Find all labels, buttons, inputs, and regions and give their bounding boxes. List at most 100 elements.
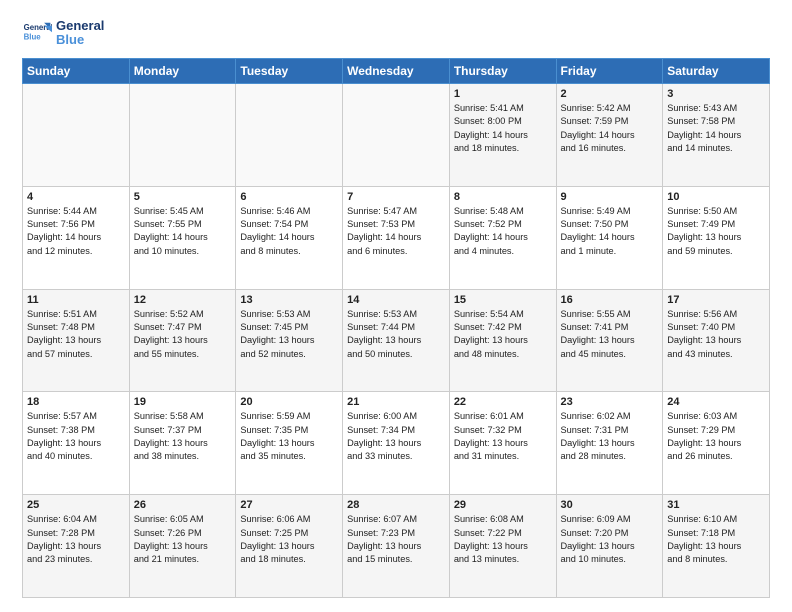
day-info: Sunrise: 6:03 AM Sunset: 7:29 PM Dayligh… [667,410,765,463]
calendar-cell [129,84,236,187]
day-info: Sunrise: 5:54 AM Sunset: 7:42 PM Dayligh… [454,308,552,361]
calendar-cell: 15 Sunrise: 5:54 AM Sunset: 7:42 PM Dayli… [449,289,556,392]
calendar-week-row: 4Sunrise: 5:44 AM Sunset: 7:56 PM Daylig… [23,186,770,289]
day-number: 4 [27,191,125,203]
day-number: 3 [667,88,765,100]
day-number: 16 [561,294,659,306]
calendar-table: SundayMondayTuesdayWednesdayThursdayFrid… [22,58,770,598]
day-info: Sunrise: 5:41 AM Sunset: 8:00 PM Dayligh… [454,102,552,155]
calendar-cell: 24 Sunrise: 6:03 AM Sunset: 7:29 PM Dayli… [663,392,770,495]
calendar-cell: 13 Sunrise: 5:53 AM Sunset: 7:45 PM Dayli… [236,289,343,392]
day-number: 23 [561,396,659,408]
day-number: 12 [134,294,232,306]
calendar-cell: 9 Sunrise: 5:49 AM Sunset: 7:50 PM Daylig… [556,186,663,289]
calendar-cell: 16Sunrise: 5:55 AM Sunset: 7:41 PM Dayli… [556,289,663,392]
calendar-week-row: 18 Sunrise: 5:57 AM Sunset: 7:38 PM Dayli… [23,392,770,495]
day-number: 27 [240,499,338,511]
calendar-cell: 14 Sunrise: 5:53 AM Sunset: 7:44 PM Dayli… [343,289,450,392]
day-info: Sunrise: 6:07 AM Sunset: 7:23 PM Dayligh… [347,513,445,566]
day-number: 13 [240,294,338,306]
calendar-week-row: 25 Sunrise: 6:04 AM Sunset: 7:28 PM Dayli… [23,495,770,598]
svg-text:Blue: Blue [24,32,42,41]
day-number: 31 [667,499,765,511]
header: General Blue General Blue [22,18,770,48]
day-info: Sunrise: 5:47 AM Sunset: 7:53 PM Dayligh… [347,205,445,258]
calendar-cell: 26Sunrise: 6:05 AM Sunset: 7:26 PM Dayli… [129,495,236,598]
logo: General Blue General Blue [22,18,104,48]
calendar-header-row: SundayMondayTuesdayWednesdayThursdayFrid… [23,59,770,84]
calendar-cell: 3Sunrise: 5:43 AM Sunset: 7:58 PM Daylig… [663,84,770,187]
calendar-cell [236,84,343,187]
calendar-cell: 30Sunrise: 6:09 AM Sunset: 7:20 PM Dayli… [556,495,663,598]
day-number: 21 [347,396,445,408]
page: General Blue General Blue SundayMondayTu… [0,0,792,612]
day-number: 28 [347,499,445,511]
calendar-cell: 29 Sunrise: 6:08 AM Sunset: 7:22 PM Dayli… [449,495,556,598]
day-number: 30 [561,499,659,511]
logo-text: General Blue [56,19,104,48]
day-number: 7 [347,191,445,203]
day-info: Sunrise: 5:52 AM Sunset: 7:47 PM Dayligh… [134,308,232,361]
calendar-cell: 1 Sunrise: 5:41 AM Sunset: 8:00 PM Daylig… [449,84,556,187]
calendar-cell: 8 Sunrise: 5:48 AM Sunset: 7:52 PM Daylig… [449,186,556,289]
day-number: 1 [454,88,552,100]
day-info: Sunrise: 5:53 AM Sunset: 7:44 PM Dayligh… [347,308,445,361]
day-number: 10 [667,191,765,203]
day-number: 24 [667,396,765,408]
calendar-week-row: 11 Sunrise: 5:51 AM Sunset: 7:48 PM Dayli… [23,289,770,392]
day-number: 15 [454,294,552,306]
weekday-header: Saturday [663,59,770,84]
calendar-cell: 5 Sunrise: 5:45 AM Sunset: 7:55 PM Daylig… [129,186,236,289]
day-number: 29 [454,499,552,511]
calendar-cell: 18 Sunrise: 5:57 AM Sunset: 7:38 PM Dayli… [23,392,130,495]
calendar-cell: 6 Sunrise: 5:46 AM Sunset: 7:54 PM Daylig… [236,186,343,289]
day-info: Sunrise: 6:06 AM Sunset: 7:25 PM Dayligh… [240,513,338,566]
day-info: Sunrise: 6:04 AM Sunset: 7:28 PM Dayligh… [27,513,125,566]
calendar-cell [23,84,130,187]
day-info: Sunrise: 5:56 AM Sunset: 7:40 PM Dayligh… [667,308,765,361]
day-number: 14 [347,294,445,306]
day-number: 11 [27,294,125,306]
weekday-header: Wednesday [343,59,450,84]
day-number: 8 [454,191,552,203]
day-info: Sunrise: 6:10 AM Sunset: 7:18 PM Dayligh… [667,513,765,566]
calendar-cell: 7 Sunrise: 5:47 AM Sunset: 7:53 PM Daylig… [343,186,450,289]
day-info: Sunrise: 5:46 AM Sunset: 7:54 PM Dayligh… [240,205,338,258]
day-info: Sunrise: 5:51 AM Sunset: 7:48 PM Dayligh… [27,308,125,361]
day-info: Sunrise: 5:49 AM Sunset: 7:50 PM Dayligh… [561,205,659,258]
calendar-cell: 21 Sunrise: 6:00 AM Sunset: 7:34 PM Dayli… [343,392,450,495]
day-info: Sunrise: 5:58 AM Sunset: 7:37 PM Dayligh… [134,410,232,463]
day-number: 26 [134,499,232,511]
weekday-header: Monday [129,59,236,84]
weekday-header: Friday [556,59,663,84]
calendar-cell: 23 Sunrise: 6:02 AM Sunset: 7:31 PM Dayli… [556,392,663,495]
day-info: Sunrise: 5:45 AM Sunset: 7:55 PM Dayligh… [134,205,232,258]
calendar-cell: 17 Sunrise: 5:56 AM Sunset: 7:40 PM Dayli… [663,289,770,392]
day-number: 19 [134,396,232,408]
day-number: 9 [561,191,659,203]
calendar-cell: 2Sunrise: 5:42 AM Sunset: 7:59 PM Daylig… [556,84,663,187]
day-info: Sunrise: 6:01 AM Sunset: 7:32 PM Dayligh… [454,410,552,463]
day-info: Sunrise: 6:02 AM Sunset: 7:31 PM Dayligh… [561,410,659,463]
weekday-header: Thursday [449,59,556,84]
day-number: 20 [240,396,338,408]
day-number: 5 [134,191,232,203]
day-info: Sunrise: 5:57 AM Sunset: 7:38 PM Dayligh… [27,410,125,463]
day-info: Sunrise: 5:42 AM Sunset: 7:59 PM Dayligh… [561,102,659,155]
day-info: Sunrise: 5:53 AM Sunset: 7:45 PM Dayligh… [240,308,338,361]
day-info: Sunrise: 5:48 AM Sunset: 7:52 PM Dayligh… [454,205,552,258]
day-number: 17 [667,294,765,306]
calendar-week-row: 1 Sunrise: 5:41 AM Sunset: 8:00 PM Daylig… [23,84,770,187]
day-number: 6 [240,191,338,203]
calendar-cell: 28 Sunrise: 6:07 AM Sunset: 7:23 PM Dayli… [343,495,450,598]
day-number: 18 [27,396,125,408]
calendar-cell [343,84,450,187]
calendar-cell: 4Sunrise: 5:44 AM Sunset: 7:56 PM Daylig… [23,186,130,289]
day-info: Sunrise: 6:08 AM Sunset: 7:22 PM Dayligh… [454,513,552,566]
day-number: 25 [27,499,125,511]
calendar-cell: 25 Sunrise: 6:04 AM Sunset: 7:28 PM Dayli… [23,495,130,598]
calendar-cell: 27 Sunrise: 6:06 AM Sunset: 7:25 PM Dayli… [236,495,343,598]
calendar-cell: 12 Sunrise: 5:52 AM Sunset: 7:47 PM Dayli… [129,289,236,392]
calendar-cell: 10Sunrise: 5:50 AM Sunset: 7:49 PM Dayli… [663,186,770,289]
day-info: Sunrise: 6:00 AM Sunset: 7:34 PM Dayligh… [347,410,445,463]
